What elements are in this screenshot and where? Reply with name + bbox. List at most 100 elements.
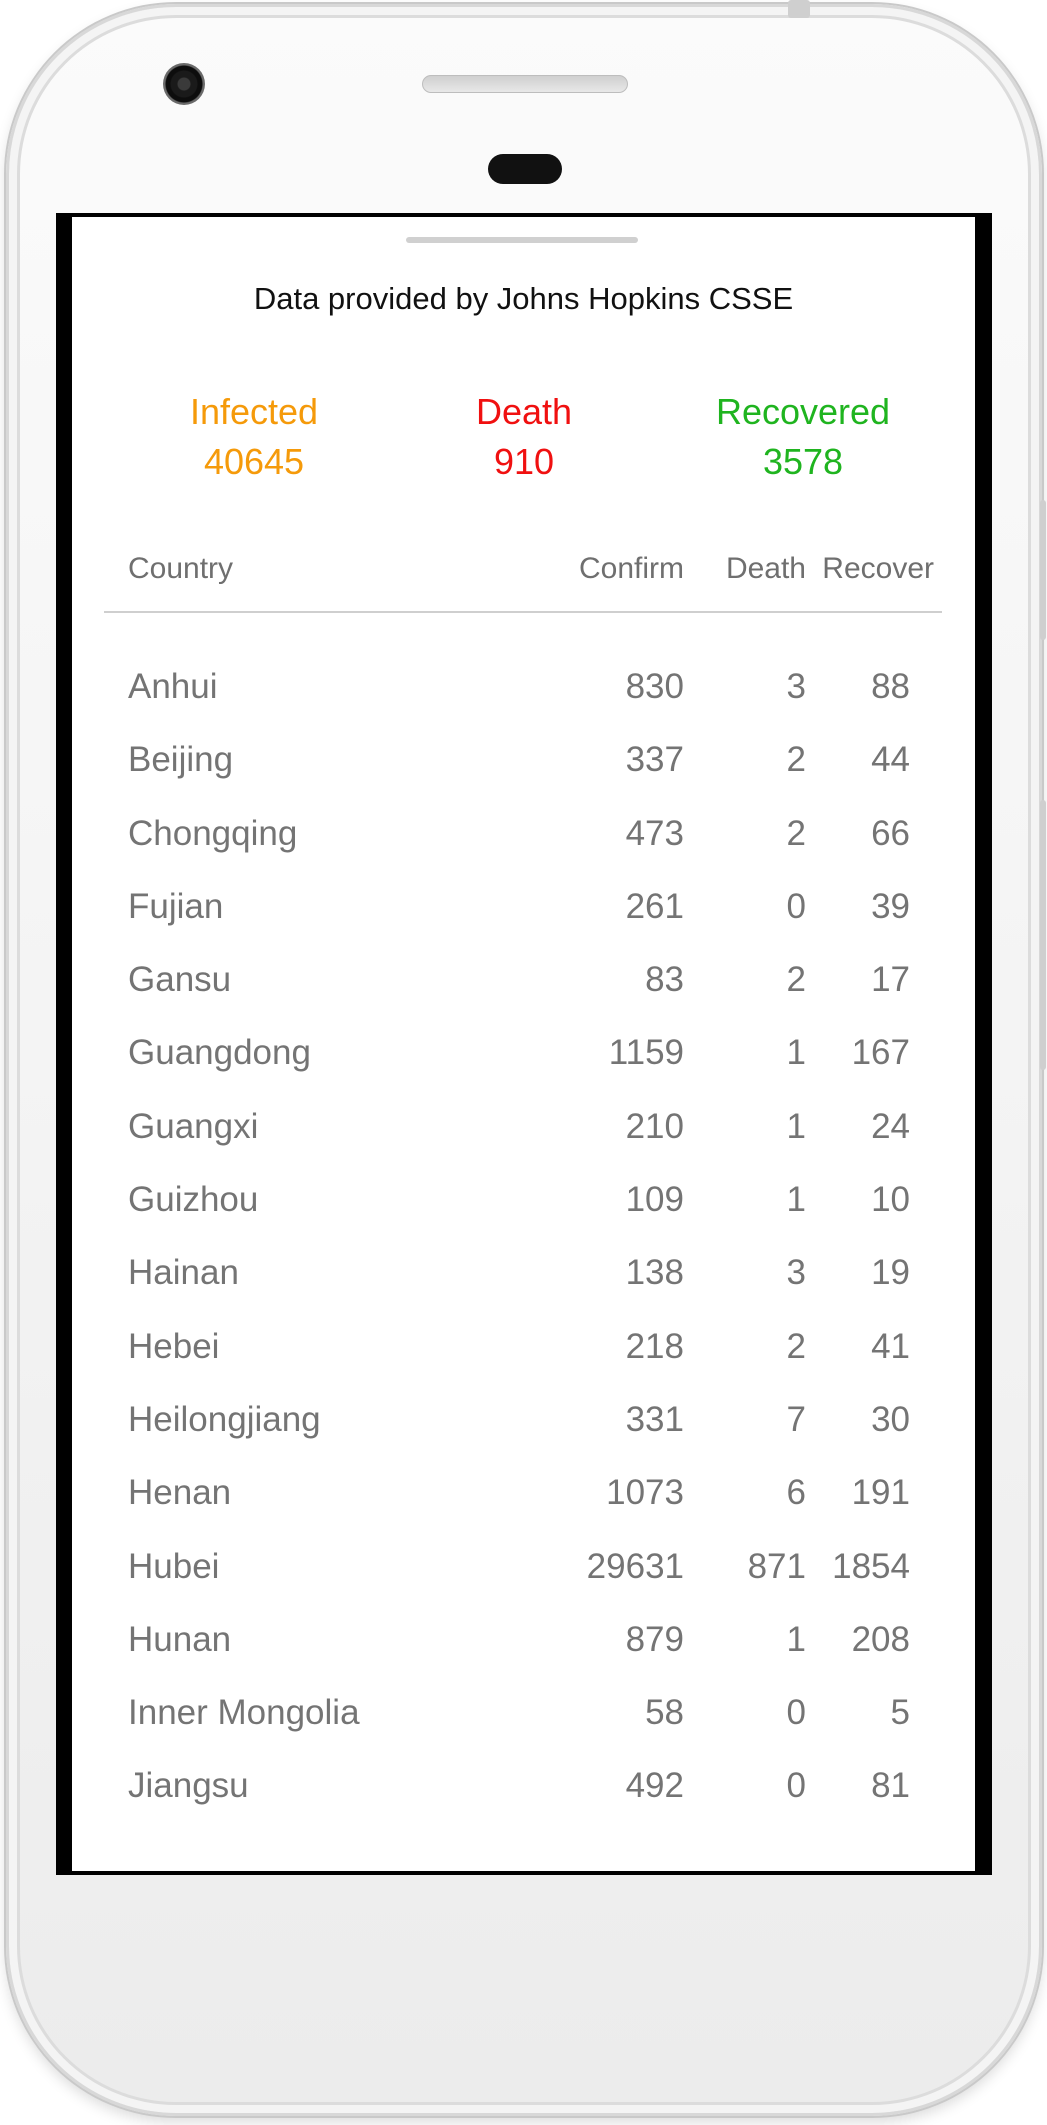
proximity-sensor xyxy=(488,154,562,184)
table-row[interactable]: Heilongjiang 331 7 30 xyxy=(104,1390,942,1463)
recover-cell: 17 xyxy=(871,960,910,1000)
recover-cell: 81 xyxy=(871,1766,910,1806)
table-row[interactable]: Anhui 830 3 88 xyxy=(104,657,942,730)
death-cell: 1 xyxy=(786,1180,806,1220)
table-row[interactable]: Guizhou 109 1 10 xyxy=(104,1170,942,1243)
death-cell: 2 xyxy=(786,1326,806,1366)
column-header-country[interactable]: Country xyxy=(128,552,233,586)
death-cell: 3 xyxy=(786,1253,806,1293)
confirm-cell: 1159 xyxy=(608,1033,684,1073)
country-cell: Hainan xyxy=(128,1253,239,1293)
confirm-cell: 1073 xyxy=(606,1473,684,1513)
table-row[interactable]: Hebei 218 2 41 xyxy=(104,1317,942,1390)
confirm-cell: 331 xyxy=(625,1399,684,1439)
confirm-cell: 218 xyxy=(625,1326,684,1366)
recover-cell: 44 xyxy=(871,740,910,780)
death-label: Death xyxy=(475,391,573,432)
death-cell: 0 xyxy=(786,1693,806,1733)
death-cell: 871 xyxy=(747,1546,806,1586)
bottom-sheet[interactable]: Data provided by Johns Hopkins CSSE Infe… xyxy=(72,217,975,1871)
earpiece-speaker xyxy=(422,75,628,93)
volume-button xyxy=(1040,800,1046,1070)
death-cell: 1 xyxy=(786,1033,806,1073)
column-header-death[interactable]: Death xyxy=(726,552,806,586)
table-header: Country Confirm Death Recover xyxy=(104,531,942,613)
table-row[interactable]: Hainan 138 3 19 xyxy=(104,1243,942,1316)
table-row[interactable]: Beijing 337 2 44 xyxy=(104,730,942,803)
country-cell: Anhui xyxy=(128,667,218,706)
table-row[interactable]: Gansu 83 2 17 xyxy=(104,950,942,1023)
recover-cell: 167 xyxy=(851,1033,910,1073)
recovered-label: Recovered xyxy=(715,391,891,432)
table-row[interactable]: Henan 1073 6 191 xyxy=(104,1463,942,1536)
confirm-cell: 492 xyxy=(625,1766,684,1806)
column-header-recover[interactable]: Recover xyxy=(822,552,934,586)
table-row[interactable]: Hubei 29631 871 1854 xyxy=(104,1537,942,1610)
country-cell: Guizhou xyxy=(128,1180,259,1220)
confirm-cell: 83 xyxy=(645,960,684,1000)
table-row[interactable]: Inner Mongolia 58 0 5 xyxy=(104,1683,942,1756)
confirm-cell: 109 xyxy=(625,1180,684,1220)
table-row[interactable]: Guangdong 1159 1 167 xyxy=(104,1023,942,1096)
recover-cell: 19 xyxy=(871,1253,910,1293)
recover-cell: 191 xyxy=(851,1473,910,1513)
confirm-cell: 337 xyxy=(625,740,684,780)
recover-cell: 208 xyxy=(851,1619,910,1659)
front-camera-icon xyxy=(163,63,205,105)
country-cell: Heilongjiang xyxy=(128,1399,321,1439)
country-cell: Inner Mongolia xyxy=(128,1693,360,1733)
confirm-cell: 29631 xyxy=(586,1546,684,1586)
country-cell: Guangdong xyxy=(128,1033,311,1073)
country-cell: Chongqing xyxy=(128,813,298,853)
death-cell: 2 xyxy=(786,740,806,780)
column-header-confirm[interactable]: Confirm xyxy=(579,552,684,586)
country-cell: Henan xyxy=(128,1473,232,1513)
country-cell: Jiangsu xyxy=(128,1766,249,1806)
death-cell: 7 xyxy=(786,1399,806,1439)
sheet-drag-handle[interactable] xyxy=(406,237,638,243)
recover-cell: 30 xyxy=(871,1399,910,1439)
table-row[interactable]: Fujian 261 0 39 xyxy=(104,877,942,950)
death-stat: Death 910 xyxy=(424,387,624,487)
infected-value: 40645 xyxy=(203,441,305,482)
country-cell: Beijing xyxy=(128,740,234,780)
recover-cell: 88 xyxy=(871,667,910,706)
death-cell: 2 xyxy=(786,813,806,853)
country-cell: Hebei xyxy=(128,1326,220,1366)
table-row[interactable]: Hunan 879 1 208 xyxy=(104,1610,942,1683)
country-cell: Hunan xyxy=(128,1619,232,1659)
recover-cell: 10 xyxy=(871,1180,910,1220)
death-cell: 0 xyxy=(786,886,806,926)
power-button xyxy=(1040,500,1046,640)
recover-cell: 39 xyxy=(871,886,910,926)
table-row[interactable]: Guangxi 210 1 24 xyxy=(104,1097,942,1170)
table-row[interactable]: Jiangsu 492 0 81 xyxy=(104,1756,942,1829)
death-cell: 3 xyxy=(786,667,806,706)
confirm-cell: 58 xyxy=(645,1693,684,1733)
death-cell: 2 xyxy=(786,960,806,1000)
recover-cell: 66 xyxy=(871,813,910,853)
recover-cell: 24 xyxy=(871,1106,910,1146)
country-cell: Hubei xyxy=(128,1546,220,1586)
country-table: Anhui 830 3 88 Beijing 337 2 44 Chongqing 473 2 66 F… xyxy=(104,657,942,1830)
confirm-cell: 138 xyxy=(625,1253,684,1293)
infected-stat: Infected 40645 xyxy=(154,387,354,487)
confirm-cell: 830 xyxy=(625,667,684,706)
infected-label: Infected xyxy=(189,391,319,432)
data-source-label: Data provided by Johns Hopkins CSSE xyxy=(253,281,794,316)
death-cell: 6 xyxy=(786,1473,806,1513)
country-cell: Fujian xyxy=(128,886,224,926)
confirm-cell: 210 xyxy=(625,1106,684,1146)
recovered-value: 3578 xyxy=(762,441,844,482)
death-value: 910 xyxy=(493,441,555,482)
country-cell: Guangxi xyxy=(128,1106,259,1146)
recover-cell: 5 xyxy=(890,1693,910,1733)
recover-cell: 1854 xyxy=(832,1546,910,1586)
confirm-cell: 261 xyxy=(625,886,684,926)
death-cell: 1 xyxy=(786,1106,806,1146)
country-cell: Gansu xyxy=(128,960,232,1000)
table-row[interactable]: Chongqing 473 2 66 xyxy=(104,804,942,877)
phone-screen: Data provided by Johns Hopkins CSSE Infe… xyxy=(56,213,992,1875)
confirm-cell: 473 xyxy=(625,813,684,853)
top-edge-button xyxy=(788,0,810,18)
